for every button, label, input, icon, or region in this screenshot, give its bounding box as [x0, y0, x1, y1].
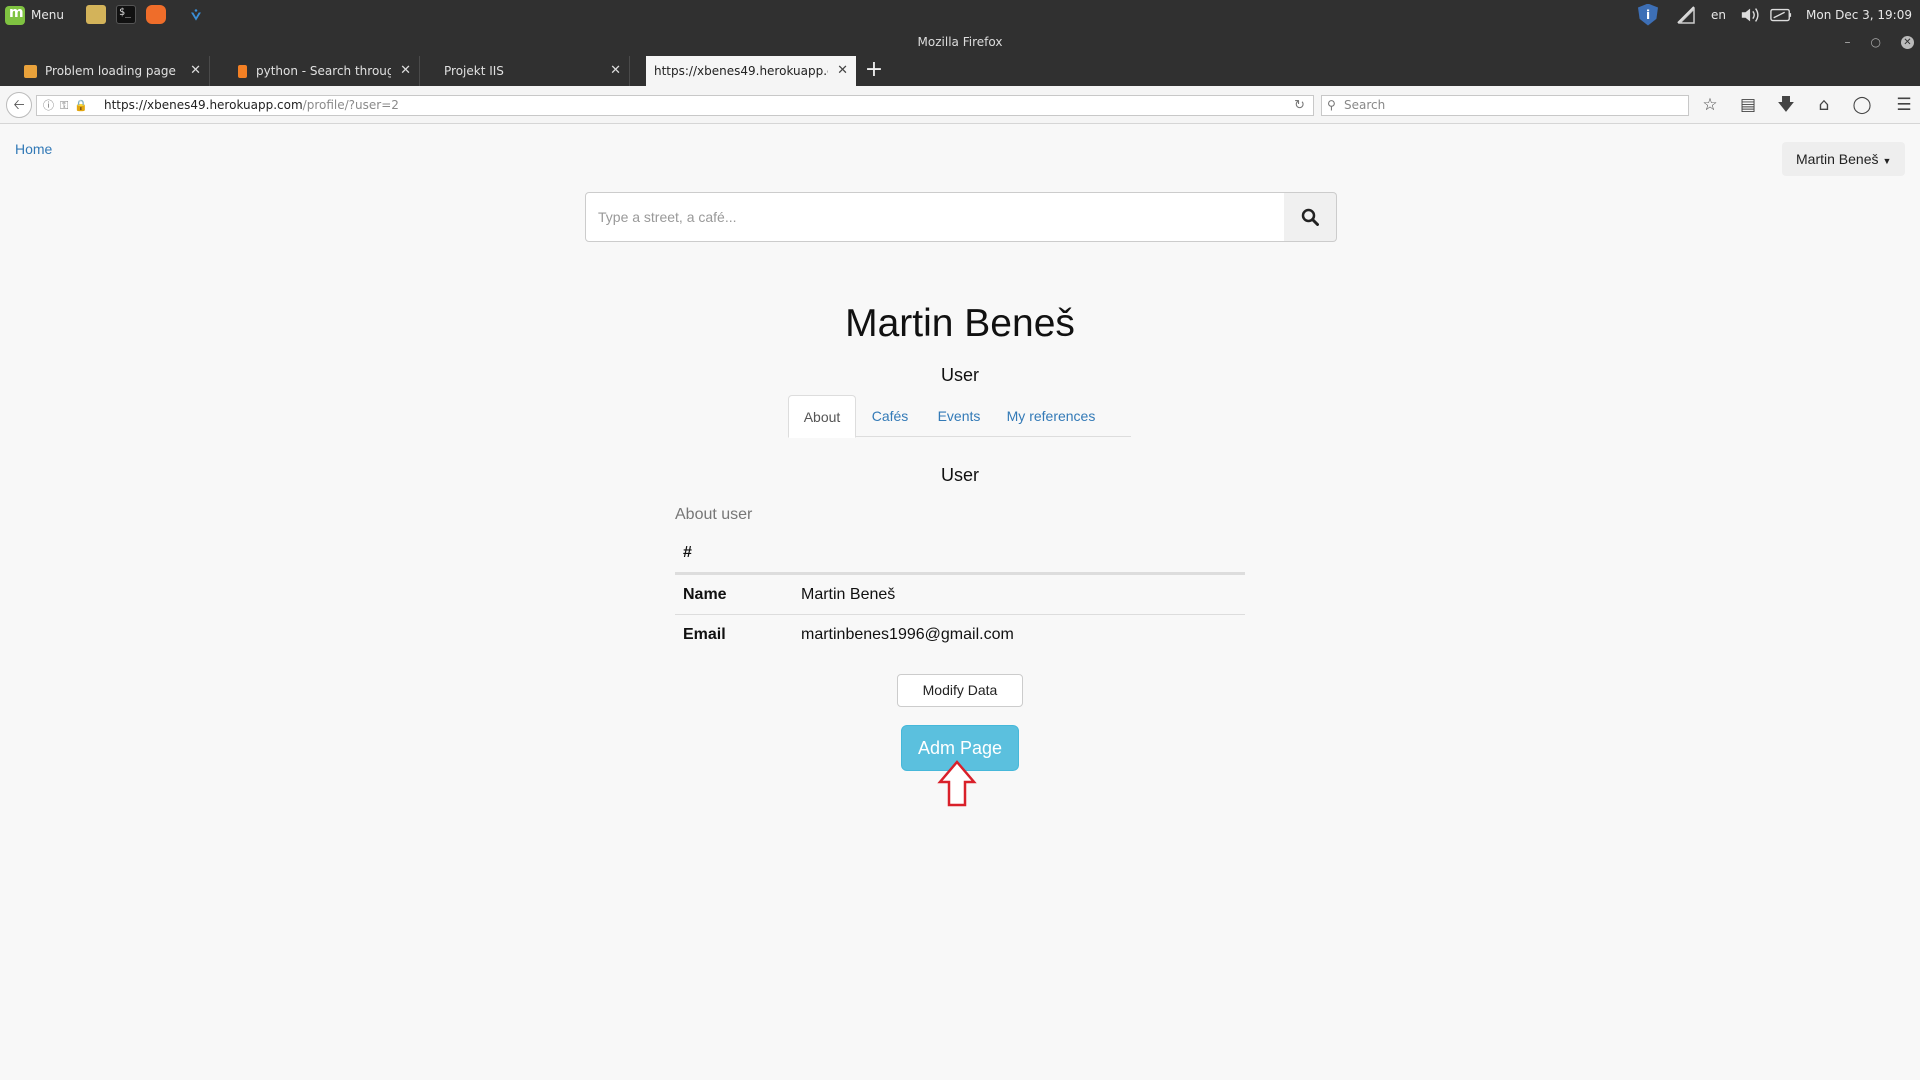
browser-tab-herokuapp[interactable]: https://xbenes49.herokuapp.co ✕	[646, 56, 856, 86]
browser-navbar: 🡠 ⓘ ⚿ 🔒 https://xbenes49.herokuapp.com/p…	[0, 86, 1920, 124]
close-window-icon[interactable]: ✕	[1901, 36, 1914, 49]
tab-close-icon[interactable]: ✕	[190, 56, 201, 86]
row-value-name: Martin Beneš	[801, 586, 896, 603]
url-path: /profile/?user=2	[302, 98, 399, 112]
place-search-group	[585, 192, 1337, 242]
home-icon[interactable]: ⌂	[1811, 94, 1837, 116]
browser-tab-label: Projekt IIS	[444, 64, 504, 78]
folder-icon[interactable]	[86, 5, 106, 24]
minimize-icon[interactable]: –	[1845, 29, 1851, 56]
system-tray: i en Mon Dec 3, 19:09	[1637, 0, 1920, 29]
tab-close-icon[interactable]: ✕	[610, 56, 621, 86]
home-link[interactable]: Home	[15, 141, 52, 157]
download-icon[interactable]: 🡇	[1773, 94, 1799, 116]
browser-search-input[interactable]: ⚲ Search	[1321, 95, 1689, 116]
table-header-row: #	[675, 533, 1245, 574]
back-button[interactable]: 🡠	[6, 92, 32, 118]
url-bar[interactable]: ⓘ ⚿ 🔒 https://xbenes49.herokuapp.com/pro…	[36, 95, 1314, 116]
section-title: User	[940, 465, 979, 485]
reading-list-icon[interactable]: ▤	[1735, 94, 1761, 116]
key-icon[interactable]: ⚿	[60, 96, 68, 115]
reload-icon[interactable]: ↻	[1294, 96, 1305, 115]
lock-icon[interactable]: 🔒	[74, 96, 88, 115]
row-label-email: Email	[683, 626, 726, 643]
browser-tab-projekt-iis[interactable]: Projekt IIS ✕	[420, 56, 630, 86]
tab-cafes[interactable]: Cafés	[858, 395, 922, 437]
clock[interactable]: Mon Dec 3, 19:09	[1806, 8, 1912, 22]
profile-name: Martin Beneš	[845, 302, 1075, 345]
tab-events[interactable]: Events	[924, 395, 994, 437]
about-caption: About user	[675, 506, 753, 523]
profile-tabs: About Cafés Events My references	[788, 395, 1131, 438]
terminal-icon[interactable]: $_	[116, 5, 136, 24]
browser-tab-label: python - Search through m	[256, 64, 391, 78]
user-menu-label: Martin Beneš	[1796, 151, 1879, 167]
row-label-name: Name	[683, 586, 727, 603]
start-menu-label: Menu	[31, 8, 64, 22]
modify-data-button[interactable]: Modify Data	[897, 674, 1023, 707]
stackoverflow-favicon-icon	[238, 65, 247, 78]
window-title: Mozilla Firefox	[917, 35, 1003, 49]
network-icon[interactable]	[1675, 4, 1697, 26]
warning-favicon-icon	[24, 65, 37, 78]
info-icon[interactable]: ⓘ	[43, 96, 54, 115]
profile-role: User	[940, 365, 979, 385]
battery-icon[interactable]	[1770, 4, 1792, 26]
tab-close-icon[interactable]: ✕	[400, 56, 411, 86]
row-value-email: martinbenes1996@gmail.com	[801, 626, 1014, 643]
keyboard-layout[interactable]: en	[1711, 8, 1726, 22]
tab-close-icon[interactable]: ✕	[837, 56, 848, 86]
table-header-hash: #	[683, 544, 692, 561]
shield-icon[interactable]: i	[1637, 3, 1659, 26]
browser-tab-problem-loading[interactable]: Problem loading page ✕	[0, 56, 210, 86]
browser-tab-stackoverflow[interactable]: python - Search through m ✕	[210, 56, 420, 86]
hamburger-menu-icon[interactable]: ☰	[1891, 94, 1917, 116]
tab-about[interactable]: About	[788, 395, 856, 438]
search-button[interactable]	[1284, 192, 1337, 242]
pocket-icon[interactable]: ◯	[1849, 94, 1875, 116]
browser-tab-label: https://xbenes49.herokuapp.co	[654, 64, 828, 78]
new-tab-button[interactable]: +	[862, 56, 886, 86]
browser-tab-label: Problem loading page	[45, 64, 176, 78]
bookmark-star-icon[interactable]: ☆	[1697, 94, 1723, 116]
browser-tabstrip: Problem loading page ✕ python - Search t…	[0, 56, 1920, 86]
volume-icon[interactable]	[1740, 4, 1762, 26]
tab-my-references[interactable]: My references	[996, 395, 1106, 437]
annotation-arrow-up-icon	[937, 760, 977, 807]
user-info-table: # Name Martin Beneš Email martinbenes199…	[675, 533, 1245, 654]
search-icon: ⚲	[1327, 98, 1336, 112]
table-row: Email martinbenes1996@gmail.com	[675, 614, 1245, 654]
maximize-icon[interactable]: ○	[1871, 29, 1881, 56]
browser-search-placeholder: Search	[1344, 98, 1386, 112]
mint-logo-icon	[5, 5, 25, 25]
table-row: Name Martin Beneš	[675, 574, 1245, 614]
firefox-icon[interactable]	[146, 5, 166, 24]
desktop-panel: Menu $_ ⩒ i en Mon Dec 3, 19:09	[0, 0, 1920, 29]
search-icon	[1301, 208, 1319, 226]
window-titlebar: Mozilla Firefox – ○ ✕	[0, 29, 1920, 56]
caret-down-icon: ▼	[1882, 156, 1892, 166]
place-search-input[interactable]	[585, 192, 1285, 242]
vscode-icon[interactable]: ⩒	[186, 5, 206, 24]
page-content: Home Martin Beneš▼ Martin Beneš User Abo…	[0, 125, 1920, 1080]
url-host: https://xbenes49.herokuapp.com	[104, 98, 303, 112]
start-menu-button[interactable]: Menu	[5, 4, 64, 26]
user-menu-dropdown[interactable]: Martin Beneš ▼	[1782, 142, 1906, 176]
